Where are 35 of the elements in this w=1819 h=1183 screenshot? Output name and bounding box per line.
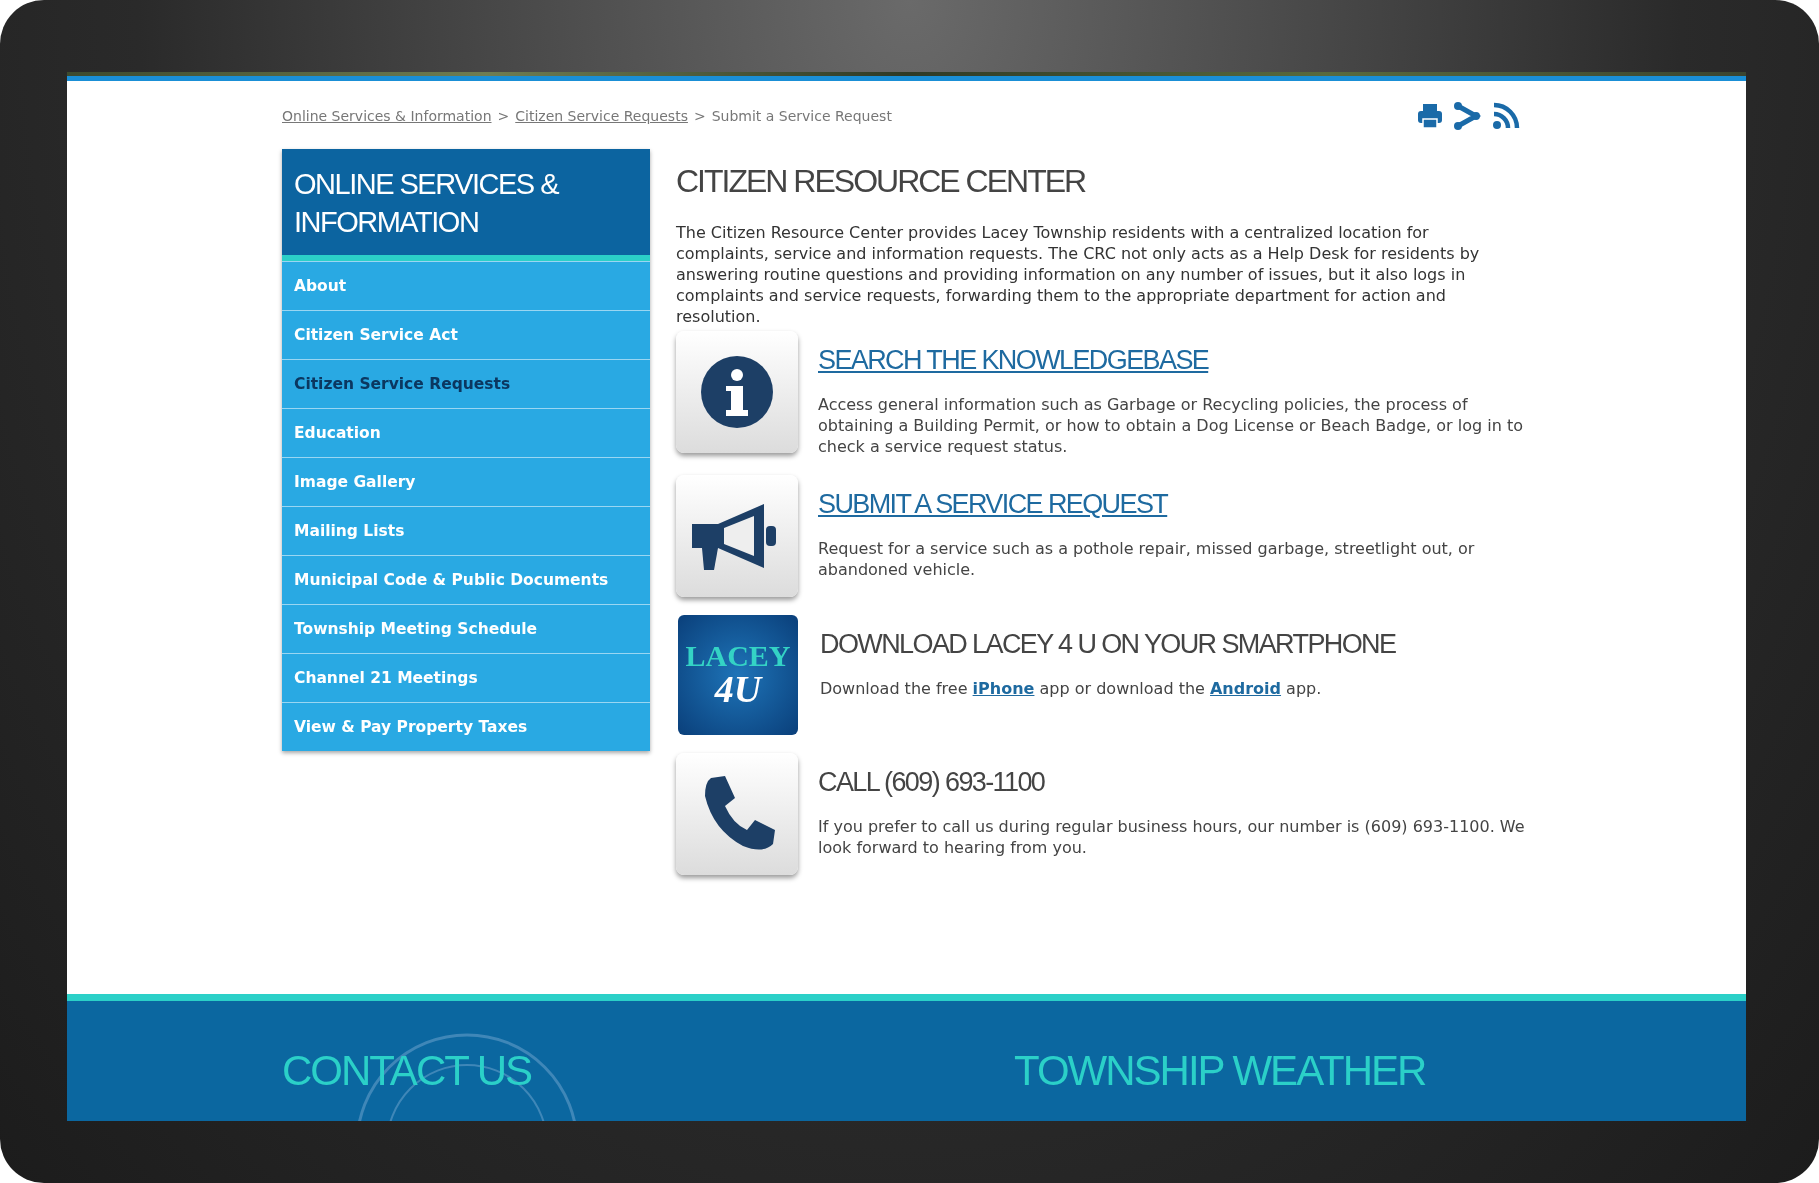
share-icon[interactable] <box>1454 102 1482 130</box>
sidebar-item[interactable]: Citizen Service Act <box>282 310 650 359</box>
sidebar-item[interactable]: Channel 21 Meetings <box>282 653 650 702</box>
breadcrumb-link[interactable]: Citizen Service Requests <box>515 108 688 124</box>
sidebar-title: ONLINE SERVICES & INFORMATION <box>282 149 650 261</box>
print-icon[interactable] <box>1416 102 1444 130</box>
page-title: CITIZEN RESOURCE CENTER <box>676 163 1087 200</box>
section-heading-link[interactable]: SEARCH THE KNOWLEDGEBASE <box>818 345 1209 375</box>
sidebar-item[interactable]: Municipal Code & Public Documents <box>282 555 650 604</box>
sidebar-item[interactable]: About <box>282 261 650 310</box>
section-heading-link[interactable]: SUBMIT A SERVICE REQUEST <box>818 489 1168 519</box>
app-link[interactable]: Android <box>1210 679 1282 698</box>
section-description: Download the free iPhone app or download the Android app. <box>820 678 1323 699</box>
rss-icon[interactable] <box>1492 102 1520 130</box>
sidebar-item[interactable]: Mailing Lists <box>282 506 650 555</box>
sidebar-item[interactable]: Township Meeting Schedule <box>282 604 650 653</box>
breadcrumb-separator: > <box>693 108 706 124</box>
intro-paragraph: The Citizen Resource Center provides Lacey Township residents with a centralized location for complaints, service and information requests. The CRC not only acts as a Help Desk for residents by answering routine questions and providing information on any number of issues, but it also logs in complaints and service requests, forwarding them to the appropriate department for action and resolution. <box>676 222 1481 327</box>
sidebar-item[interactable]: Education <box>282 408 650 457</box>
sidebar-item[interactable]: Citizen Service Requests <box>282 359 650 408</box>
breadcrumb-separator: > <box>497 108 510 124</box>
app-logo: LACEY 4U <box>678 615 798 735</box>
section-description: Access general information such as Garbage or Recycling policies, the process of obtaining a Building Permit, or how to obtain a Dog License or Beach Badge, or log in to check a service request status. <box>818 394 1524 457</box>
footer-heading: CONTACT US <box>282 1047 532 1095</box>
section-heading: CALL (609) 693-1100 <box>818 767 1045 798</box>
app-link[interactable]: iPhone <box>972 679 1035 698</box>
section-heading: DOWNLOAD LACEY 4 U ON YOUR SMARTPHONE <box>820 629 1396 660</box>
sidebar-item[interactable]: Image Gallery <box>282 457 650 506</box>
section-description: If you prefer to call us during regular business hours, our number is (609) 693-1100. We look forward to hearing from you. <box>818 816 1526 858</box>
breadcrumb-link[interactable]: Online Services & Information <box>282 108 492 124</box>
info-icon <box>700 355 774 429</box>
section-description: Request for a service such as a pothole repair, missed garbage, streetlight out, or abandoned vehicle. <box>818 538 1476 580</box>
footer-heading: TOWNSHIP WEATHER <box>1014 1047 1426 1095</box>
sidebar-item[interactable]: View & Pay Property Taxes <box>282 702 650 751</box>
breadcrumb-current: Submit a Service Request <box>711 108 892 124</box>
